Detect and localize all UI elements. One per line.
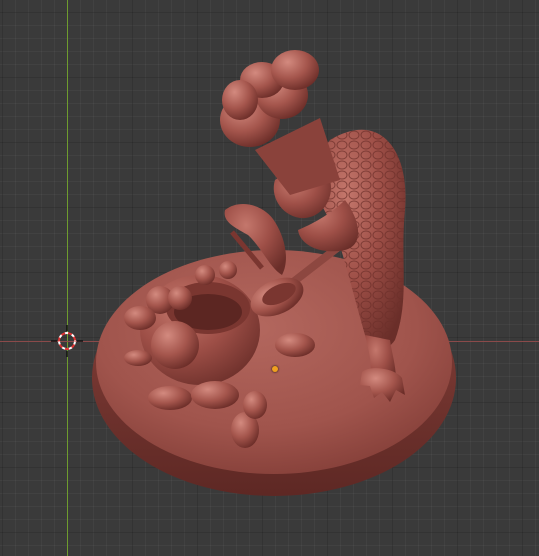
creature-head bbox=[151, 321, 199, 369]
object-origin-icon bbox=[272, 366, 278, 372]
3d-cursor-icon[interactable] bbox=[51, 325, 83, 357]
sculpt-model[interactable] bbox=[0, 0, 539, 556]
3d-viewport[interactable] bbox=[0, 0, 539, 556]
